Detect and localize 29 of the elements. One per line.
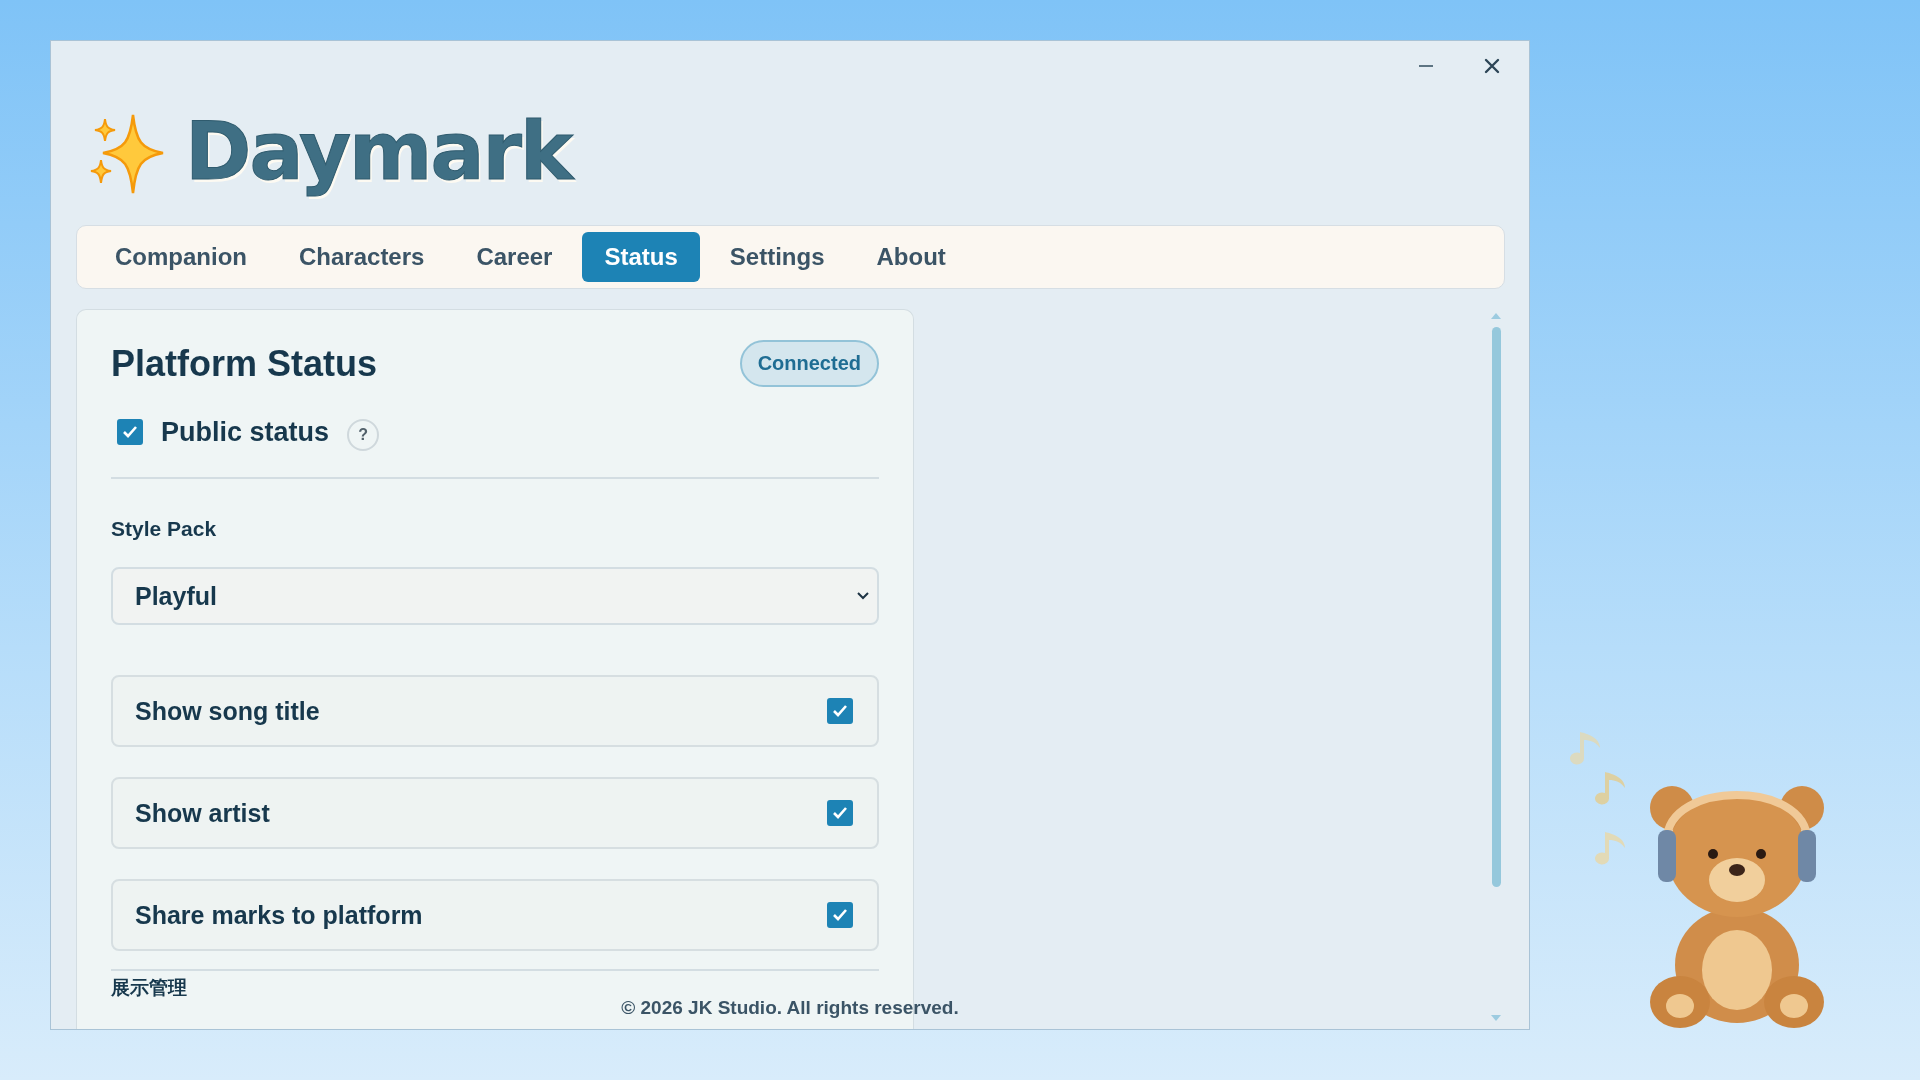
section-heading: 展示管理 <box>111 976 188 1000</box>
tab[interactable]: Settings <box>707 232 847 282</box>
chevron-down-icon <box>857 592 869 600</box>
tab[interactable]: Companion <box>93 232 269 282</box>
option-label: Share marks to platform <box>135 900 423 930</box>
status-badge: Connected <box>739 340 879 387</box>
option-label: Show song title <box>135 696 320 726</box>
check-icon <box>832 806 848 820</box>
option-label: Show artist <box>135 798 270 828</box>
checkbox[interactable] <box>827 800 853 826</box>
checkbox[interactable] <box>117 419 143 445</box>
tab[interactable]: Career <box>454 232 575 282</box>
scrollbar-thumb[interactable] <box>1491 327 1501 887</box>
check-icon <box>832 908 848 922</box>
style-pack-dropdown[interactable]: Playful <box>111 567 879 625</box>
close-icon[interactable] <box>1483 57 1501 75</box>
app-logo-text: Daymark <box>184 104 575 200</box>
help-button[interactable]: ? <box>347 419 380 451</box>
checkbox[interactable] <box>827 902 853 928</box>
section-title: Platform Status <box>111 342 378 385</box>
check-icon <box>122 425 138 439</box>
check-icon <box>832 704 848 718</box>
tab[interactable]: About <box>854 232 968 282</box>
checkbox-label: Public status <box>161 416 330 448</box>
tab[interactable]: Characters <box>277 232 447 282</box>
checkbox[interactable] <box>827 698 853 724</box>
copyright-text: © 2026 JK Studio. All rights reserved. <box>620 997 960 1019</box>
field-label: Style Pack <box>111 517 218 541</box>
tab[interactable]: Status <box>582 232 700 282</box>
